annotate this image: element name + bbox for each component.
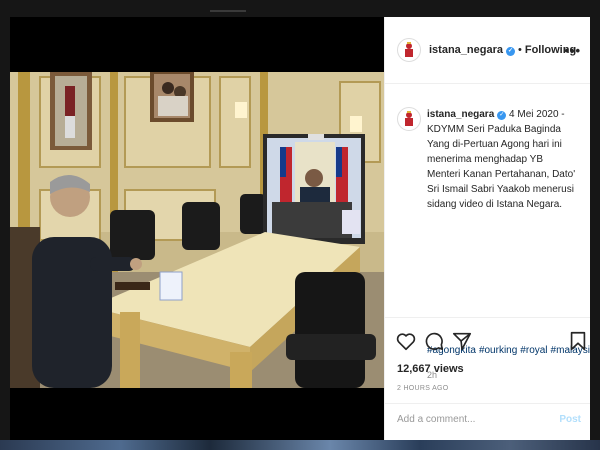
more-options-button[interactable]: •••	[564, 43, 581, 58]
comment-box: Add a comment... Post	[385, 403, 590, 440]
post-comment-button[interactable]: Post	[559, 414, 581, 425]
royal-crest-icon	[405, 42, 413, 57]
post-sidebar: istana_negara ✓ • Following ••• istana_ne…	[384, 17, 590, 440]
comment-input[interactable]: Add a comment...	[397, 414, 547, 430]
posted-time: 2 HOURS AGO	[397, 385, 449, 392]
backdrop-next-posts	[0, 440, 600, 450]
caption-username[interactable]: istana_negara	[427, 109, 494, 120]
post-photo[interactable]	[10, 72, 384, 388]
verified-badge-icon: ✓	[497, 111, 507, 120]
separator-dot: •	[517, 44, 522, 56]
comment-icon[interactable]	[423, 330, 445, 352]
avatar[interactable]	[397, 38, 421, 62]
post-actions: 12,667 views 2 HOURS AGO Add a comment..…	[385, 317, 590, 440]
post-modal: istana_negara ✓ • Following ••• istana_ne…	[10, 17, 590, 440]
royal-crest-icon	[405, 111, 413, 126]
caption-text: istana_negara ✓ 4 Mei 2020 - KDYMM Seri P…	[427, 107, 579, 212]
username[interactable]: istana_negara ✓	[429, 44, 515, 56]
view-count[interactable]: 12,667 views	[397, 363, 464, 375]
post-photo-image	[10, 72, 384, 388]
share-icon[interactable]	[451, 330, 473, 352]
caption-body: 4 Mei 2020 - KDYMM Seri Paduka Baginda Y…	[427, 109, 576, 210]
post-header: istana_negara ✓ • Following •••	[385, 17, 590, 84]
username-text: istana_negara	[429, 44, 503, 56]
bookmark-icon[interactable]	[567, 330, 589, 352]
photo-pane	[10, 17, 384, 440]
verified-badge-icon: ✓	[505, 47, 515, 56]
caption-avatar[interactable]	[397, 107, 421, 131]
heart-icon[interactable]	[395, 330, 417, 352]
backdrop-top-bar	[210, 10, 246, 12]
